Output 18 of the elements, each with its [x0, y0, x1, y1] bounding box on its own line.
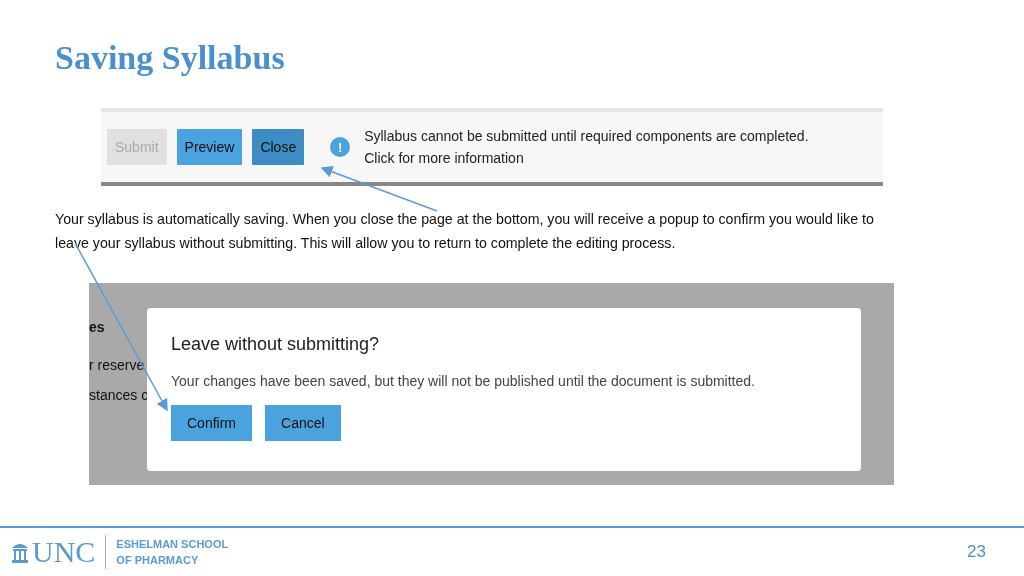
dialog-message: Your changes have been saved, but they will not be published until the document is submitted.	[171, 373, 756, 389]
slide-number: 23	[967, 542, 986, 562]
notice-text: Syllabus cannot be submitted until required components are completed.	[364, 128, 809, 144]
body-paragraph: Your syllabus is automatically saving. When you close the page at the bottom, you will receive a popup to confirm you would like to leave your syllabus without submitting. This will allow you to return to complete the editing process.	[55, 210, 875, 253]
logo-text: UNC	[32, 535, 96, 569]
school-name: ESHELMAN SCHOOL	[116, 537, 229, 552]
toolbar-button[interactable]: Close	[252, 129, 305, 165]
info-icon: !	[330, 137, 351, 157]
background-text: es	[89, 319, 106, 335]
dialog-button[interactable]: Confirm	[171, 405, 252, 441]
slide-title: Saving Syllabus	[55, 38, 285, 78]
dialog-title: Leave without submitting?	[171, 334, 381, 355]
dialog-button[interactable]: Cancel	[265, 405, 341, 441]
school-name: OF PHARMACY	[116, 553, 200, 568]
background-text: r reserve	[89, 357, 146, 373]
toolbar-button[interactable]: Preview	[176, 129, 243, 165]
background-text: stances c	[89, 387, 147, 403]
more-info-link[interactable]: Click for more information	[364, 150, 809, 166]
